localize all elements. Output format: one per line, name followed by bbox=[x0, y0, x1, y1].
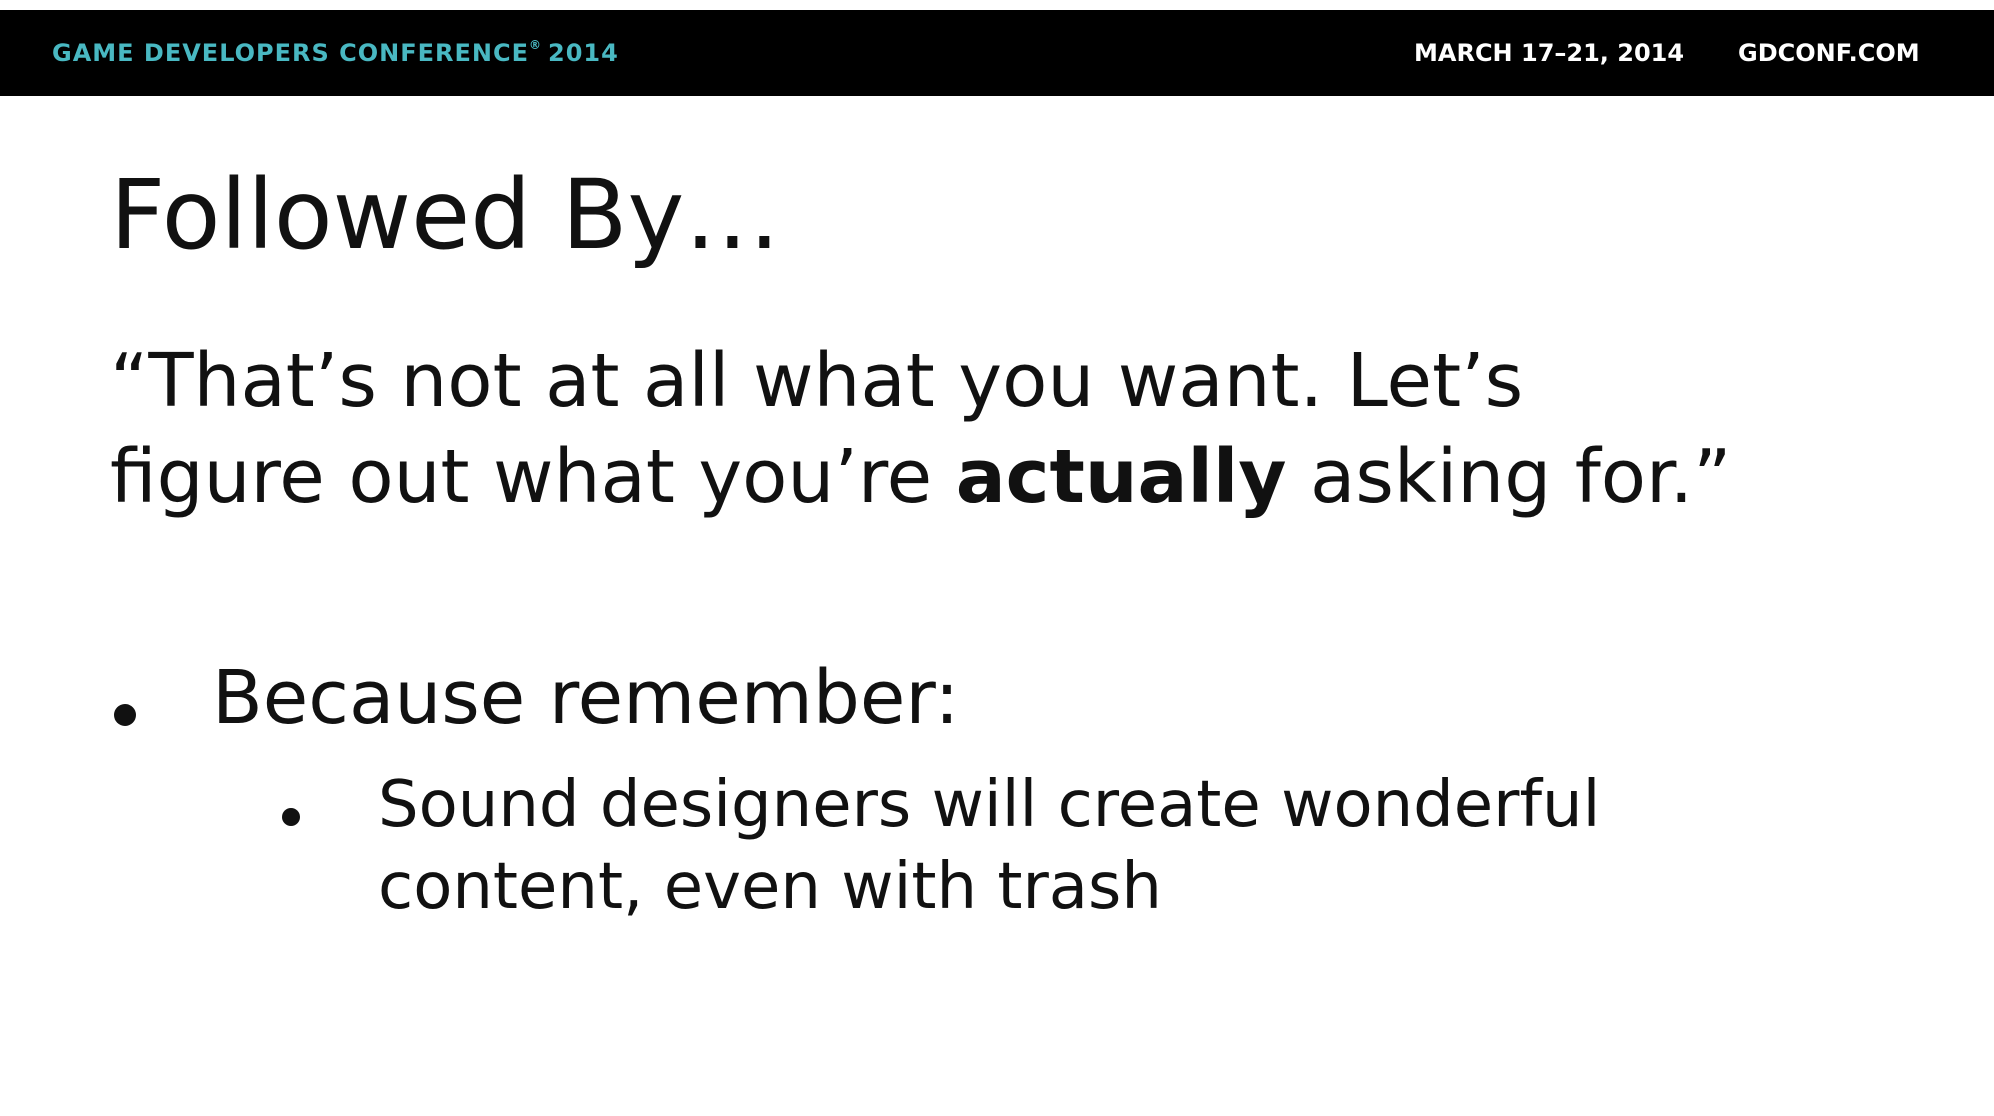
bullet-dot-icon bbox=[114, 704, 136, 726]
conference-website: GDCONF.COM bbox=[1738, 39, 1920, 67]
slide-title: Followed By… bbox=[110, 159, 781, 271]
conference-header-bar: GAME DEVELOPERS CONFERENCE® 2014 MARCH 17… bbox=[0, 10, 1994, 96]
conference-dates: MARCH 17–21, 2014 bbox=[1414, 39, 1685, 67]
conference-brand: GAME DEVELOPERS CONFERENCE® 2014 bbox=[52, 10, 619, 96]
quote-line-2: figure out what you’re actually asking f… bbox=[110, 429, 1930, 525]
sub-bullet-line-1: Sound designers will create wonderful bbox=[378, 768, 1601, 842]
sub-bullet-item: Sound designers will create wonderful co… bbox=[378, 764, 1600, 928]
bullet-item: Because remember: bbox=[212, 655, 960, 741]
conference-name: GAME DEVELOPERS CONFERENCE bbox=[52, 39, 529, 67]
quote-line-1: “That’s not at all what you want. Let’s bbox=[110, 338, 1524, 424]
slide: GAME DEVELOPERS CONFERENCE® 2014 MARCH 17… bbox=[0, 0, 1994, 1116]
quote-line-2-end: asking for.” bbox=[1286, 434, 1732, 520]
sub-bullet-dot-icon bbox=[282, 808, 300, 826]
slide-quote: “That’s not at all what you want. Let’s … bbox=[110, 333, 1930, 525]
quote-emphasis: actually bbox=[955, 434, 1287, 520]
sub-bullet-line-2: content, even with trash bbox=[378, 850, 1162, 924]
registered-mark: ® bbox=[529, 38, 542, 52]
conference-year: 2014 bbox=[548, 39, 619, 67]
quote-line-2-start: figure out what you’re bbox=[110, 434, 956, 520]
